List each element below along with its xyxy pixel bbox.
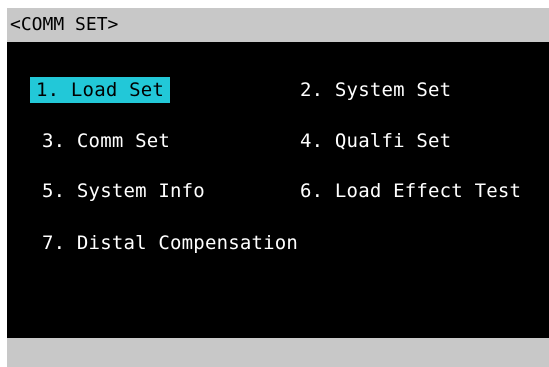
title-bar: <COMM SET> <box>7 8 549 42</box>
menu-item-system-info[interactable]: 5. System Info <box>42 178 205 204</box>
menu-item-load-effect-test[interactable]: 6. Load Effect Test <box>300 178 521 204</box>
menu-item-comm-set[interactable]: 3. Comm Set <box>42 128 170 154</box>
menu-item-load-set[interactable]: 1. Load Set <box>30 77 171 103</box>
menu-item-qualfi-set[interactable]: 4. Qualfi Set <box>300 128 451 154</box>
menu-item-distal-compensation[interactable]: 7. Distal Compensation <box>42 230 298 256</box>
menu-item-system-set[interactable]: 2. System Set <box>300 77 451 103</box>
screen-title: <COMM SET> <box>10 14 119 35</box>
device-screen: <COMM SET> 1. Load Set 2. System Set 3. … <box>7 8 549 367</box>
status-bar <box>7 338 549 367</box>
